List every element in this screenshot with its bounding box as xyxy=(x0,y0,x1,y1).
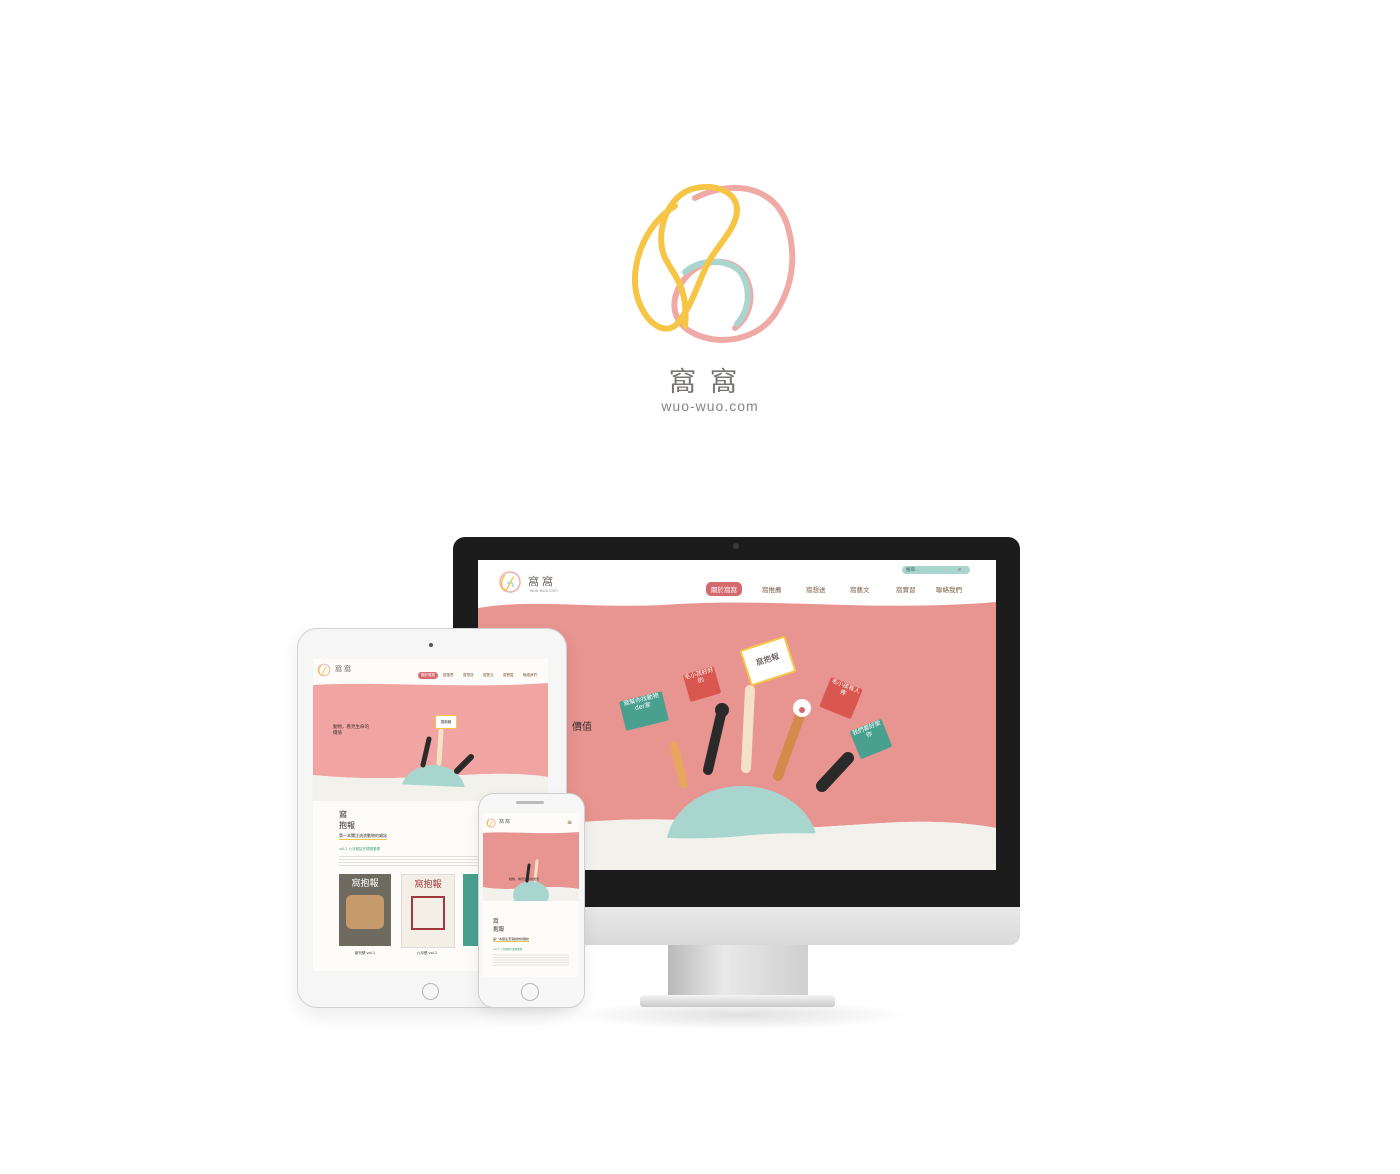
site-logo-title[interactable]: 窩窩 xyxy=(499,818,511,825)
speaker-grille xyxy=(516,801,544,804)
nav-about[interactable]: 關於窩窩 xyxy=(706,582,742,596)
nav-recommend[interactable]: 窩推薦 xyxy=(762,584,782,594)
site-logo-icon[interactable] xyxy=(486,818,496,828)
nav-arts[interactable]: 窩藝文 xyxy=(850,584,870,594)
home-button[interactable] xyxy=(422,983,439,1000)
camera-icon xyxy=(429,643,433,647)
hero-text: 價值 xyxy=(572,722,592,733)
section-title-line2: 抱報 xyxy=(339,821,355,830)
nav-arts[interactable]: 窩藝文 xyxy=(483,673,494,678)
section-title-line1: 窩 xyxy=(493,919,499,925)
monitor-foot xyxy=(640,995,835,1007)
nav-wish[interactable]: 窩想送 xyxy=(463,673,474,678)
monitor-stand xyxy=(668,945,808,1000)
nav-intern[interactable]: 窩實習 xyxy=(503,673,514,678)
hero-text: 動物，看見生命的價值 xyxy=(509,877,540,881)
magazine-caption-1: 創刊號 vol.1 xyxy=(354,951,376,955)
hero-illustration xyxy=(483,832,579,901)
dog-photo xyxy=(346,895,384,929)
section-title-line1: 窩 xyxy=(339,810,347,819)
section-title-line2: 抱報 xyxy=(493,927,505,933)
article-text-block xyxy=(493,953,569,967)
site-logo-icon[interactable] xyxy=(498,570,522,594)
nav-contact[interactable]: 聯絡我們 xyxy=(936,584,962,594)
search-icon[interactable]: ⌕ xyxy=(958,566,961,574)
site-logo-title[interactable]: 窩窩 xyxy=(528,573,556,589)
magazine-caption-2: 六月號 vol.2 xyxy=(416,951,438,955)
nav-about[interactable]: 關於窩窩 xyxy=(418,672,438,679)
nav-contact[interactable]: 聯絡我們 xyxy=(523,673,537,678)
magazine-cover-2[interactable]: 窩抱報 xyxy=(401,874,455,948)
magazine-cover-title: 窩抱報 xyxy=(351,879,379,889)
vol-heading: vol.2 六月號搶先閱讀看看 xyxy=(339,847,381,851)
site-header: 窩窩 wuo-wuo.com 搜尋... ⌕ 關於窩窩 窩推薦 窩想送 窩藝文 … xyxy=(478,560,996,602)
hero-illustration xyxy=(313,683,548,801)
nav-recommend[interactable]: 窩推薦 xyxy=(443,673,454,678)
brand-title: 窩窩 xyxy=(669,367,751,398)
section-subtitle: 第一本關注流浪動物的雜誌 xyxy=(493,937,530,942)
section-subtitle: 第一本關注流浪動物的雜誌 xyxy=(339,833,387,840)
nav-wish[interactable]: 窩想送 xyxy=(806,584,826,594)
cat-illustration xyxy=(411,896,445,930)
magazine-cover-title: 窩抱報 xyxy=(414,880,442,890)
camera-icon xyxy=(733,543,739,549)
brand-logo-icon xyxy=(631,183,796,343)
menu-icon[interactable]: ≡ xyxy=(567,819,572,826)
site-logo-url: wuo-wuo.com xyxy=(530,588,558,593)
nav-intern[interactable]: 窩實習 xyxy=(896,584,916,594)
vol-heading: vol.2 六月號搶先閱讀看看 xyxy=(493,948,523,951)
site-logo-icon[interactable] xyxy=(317,663,331,677)
hero-text: 動物，看見生命的價值 xyxy=(333,725,369,736)
sign-hug-news: 窩抱報 xyxy=(435,715,457,729)
brand-url: wuo-wuo.com xyxy=(661,398,759,414)
home-button[interactable] xyxy=(521,983,539,1001)
site-logo-title[interactable]: 窩窩 xyxy=(335,664,353,674)
magazine-cover-1[interactable]: 窩抱報 xyxy=(339,874,391,946)
phone-screen: 窩窩 ≡ 動物，看見生命的價值 窩 抱報 第一本關注流浪動物的雜誌 vol.2 … xyxy=(483,813,579,977)
